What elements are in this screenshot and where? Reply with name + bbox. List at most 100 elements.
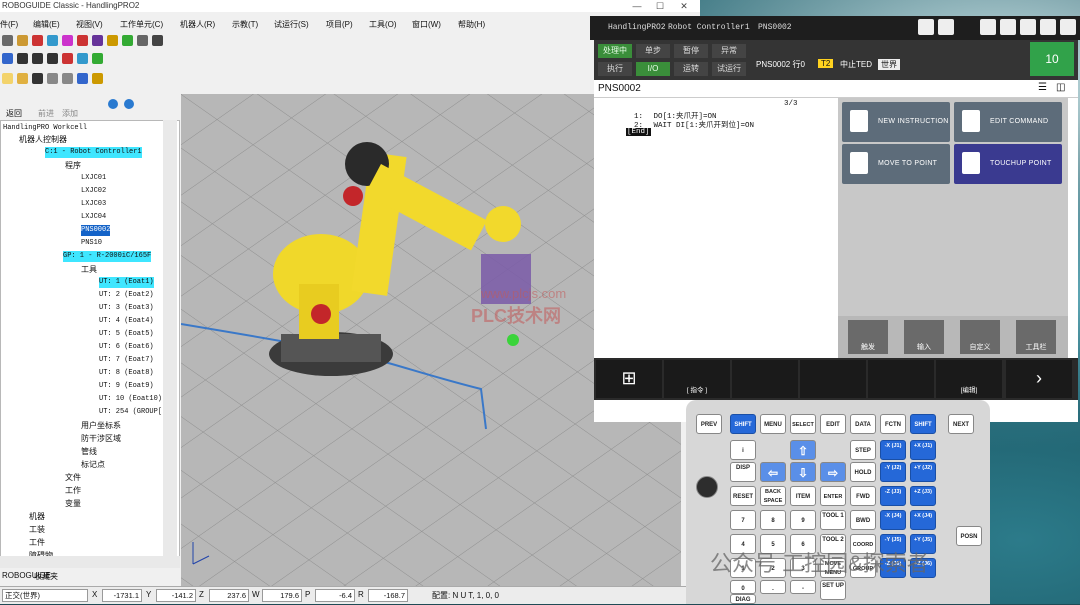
digit-9-key[interactable]: 9 — [790, 510, 816, 530]
stop-icon[interactable] — [32, 53, 43, 64]
mouse-icon[interactable] — [137, 35, 148, 46]
menu-view[interactable]: 视图(V) — [76, 19, 103, 30]
teach-enable-switch[interactable] — [696, 476, 718, 498]
tree-work[interactable]: 工作 — [65, 485, 81, 496]
trigger-button[interactable]: 触发 — [848, 320, 888, 354]
tp-help-icon[interactable] — [1040, 19, 1056, 35]
arrow-left-key[interactable]: ⇦ — [760, 462, 786, 482]
tp-expand-icon[interactable] — [1020, 19, 1036, 35]
menu-test-run[interactable]: 试运行(S) — [274, 19, 309, 30]
tp-keyboard-icon[interactable] — [938, 19, 954, 35]
fctn-key[interactable]: FCTN — [880, 414, 906, 434]
jog-plus-z-key[interactable]: +Z (J3) — [910, 486, 936, 506]
move-to-point-button[interactable]: MOVE TO POINT — [842, 144, 950, 184]
edit-key[interactable]: EDIT — [820, 414, 846, 434]
split-icon[interactable]: ◫ — [1056, 82, 1065, 93]
arrow-up-key[interactable]: ⇧ — [790, 440, 816, 460]
help-icon[interactable] — [92, 73, 103, 84]
tree-controller[interactable]: C:1 - Robot Controller1 — [45, 147, 142, 158]
tcp-marker[interactable] — [507, 334, 519, 346]
pause-icon[interactable] — [17, 53, 28, 64]
tree-mark[interactable]: 标记点 — [81, 459, 105, 470]
custom-button[interactable]: 自定义 — [960, 320, 1000, 354]
tree-tool[interactable]: UT: 6 (Eoat6) — [99, 342, 154, 353]
teach-icon[interactable] — [77, 35, 88, 46]
tp-controller[interactable]: Robot Controller1 — [668, 23, 750, 32]
menu-file[interactable]: 件(F) — [0, 19, 18, 30]
redo-icon[interactable] — [62, 73, 73, 84]
jog-plus-j4-key[interactable]: +X (J4) — [910, 510, 936, 530]
shift-key-left[interactable]: SHIFT — [730, 414, 756, 434]
jog-icon[interactable] — [92, 35, 103, 46]
tree-tool[interactable]: UT: 1 (Eoat1) — [99, 277, 154, 288]
backspace-key[interactable]: BACK SPACE — [760, 486, 786, 506]
jog-plus-x-key[interactable]: +X (J1) — [910, 440, 936, 460]
jog-minus-z-key[interactable]: -Z (J3) — [880, 486, 906, 506]
tree-tool[interactable]: UT: 3 (Eoat3) — [99, 303, 154, 314]
tree-interference[interactable]: 防干涉区域 — [81, 433, 121, 444]
save-icon[interactable] — [32, 73, 43, 84]
tree-robot-controllers[interactable]: 机器人控制器 — [19, 134, 67, 145]
menu-workcell[interactable]: 工作单元(C) — [120, 19, 163, 30]
digit-7-key[interactable]: 7 — [730, 510, 756, 530]
next-key[interactable]: NEXT — [948, 414, 974, 434]
digit-0-key[interactable]: 0 — [730, 580, 756, 594]
setup-key[interactable]: SET UP — [820, 580, 846, 600]
r-field[interactable]: -168.7 — [368, 589, 408, 602]
new-icon[interactable] — [2, 73, 13, 84]
tree-program[interactable]: LXJC03 — [81, 199, 106, 210]
new-instruction-button[interactable]: NEW INSTRUCTION — [842, 102, 950, 142]
tree-gp[interactable]: GP: 1 - R-2000iC/165F — [63, 251, 152, 262]
hold-key[interactable]: HOLD — [850, 462, 876, 482]
tree-parts[interactable]: 工件 — [29, 537, 45, 548]
posn-key[interactable]: POSN — [956, 526, 982, 546]
help-circle-icon[interactable] — [124, 99, 134, 109]
menu-key[interactable]: MENU — [760, 414, 786, 434]
edit-softkey[interactable]: [编辑] — [936, 360, 1002, 398]
step-key[interactable]: STEP — [850, 440, 876, 460]
menu-edit[interactable]: 编辑(E) — [33, 19, 60, 30]
menu-teach[interactable]: 示教(T) — [232, 19, 258, 30]
y-field[interactable]: -141.2 — [156, 589, 196, 602]
tree-programs[interactable]: 程序 — [65, 160, 81, 171]
undo-icon[interactable] — [47, 73, 58, 84]
jog-minus-y-key[interactable]: -Y (J2) — [880, 462, 906, 482]
menu-project[interactable]: 项目(P) — [326, 19, 353, 30]
jog-plus-y-key[interactable]: +Y (J2) — [910, 462, 936, 482]
minus-key[interactable]: - — [790, 580, 816, 594]
z-field[interactable]: 237.6 — [209, 589, 249, 602]
forward-button[interactable]: 前进 — [38, 108, 54, 119]
select-icon[interactable] — [2, 35, 13, 46]
tree-hscrollbar[interactable] — [0, 556, 180, 568]
tree-pipeline[interactable]: 管线 — [81, 446, 97, 457]
maximize-button[interactable]: ☐ — [648, 0, 672, 12]
tree-machines[interactable]: 机器 — [29, 511, 45, 522]
bwd-key[interactable]: BWD — [850, 510, 876, 530]
eject-icon[interactable] — [47, 53, 58, 64]
grid-icon[interactable] — [77, 73, 88, 84]
open-folder-icon[interactable] — [17, 73, 28, 84]
digit-8-key[interactable]: 8 — [760, 510, 786, 530]
disp-key[interactable]: DISP — [730, 462, 756, 482]
camera-icon[interactable] — [152, 35, 163, 46]
tree-tool[interactable]: UT: 10 (Eoat10) — [99, 394, 162, 405]
reset-key[interactable]: RESET — [730, 486, 756, 506]
minimize-button[interactable]: — — [625, 0, 649, 12]
tree-tool[interactable]: UT: 254 (GROUP[ — [99, 407, 162, 418]
tree-tool[interactable]: UT: 2 (Eoat2) — [99, 290, 154, 301]
program-line[interactable]: 2: WAIT DI[1:夹爪开到位]=ON — [634, 119, 754, 130]
grid-menu-key[interactable]: ⊞ — [596, 360, 662, 398]
tree-scrollbar[interactable] — [163, 120, 177, 556]
w-field[interactable]: 179.6 — [262, 589, 302, 602]
add-button[interactable]: 添加 — [62, 108, 78, 119]
tree-root[interactable]: HandlingPRO Workcell — [3, 123, 87, 134]
path-icon[interactable] — [62, 35, 73, 46]
back-button[interactable]: 返回 — [6, 108, 22, 119]
measure-icon[interactable] — [107, 35, 118, 46]
item-key[interactable]: ITEM — [790, 486, 816, 506]
tree-tool[interactable]: UT: 5 (Eoat5) — [99, 329, 154, 340]
online-icon[interactable] — [92, 53, 103, 64]
tree-program-selected[interactable]: PNS0002 — [81, 225, 111, 236]
info-key[interactable]: i — [730, 440, 756, 460]
jog-minus-x-key[interactable]: -X (J1) — [880, 440, 906, 460]
